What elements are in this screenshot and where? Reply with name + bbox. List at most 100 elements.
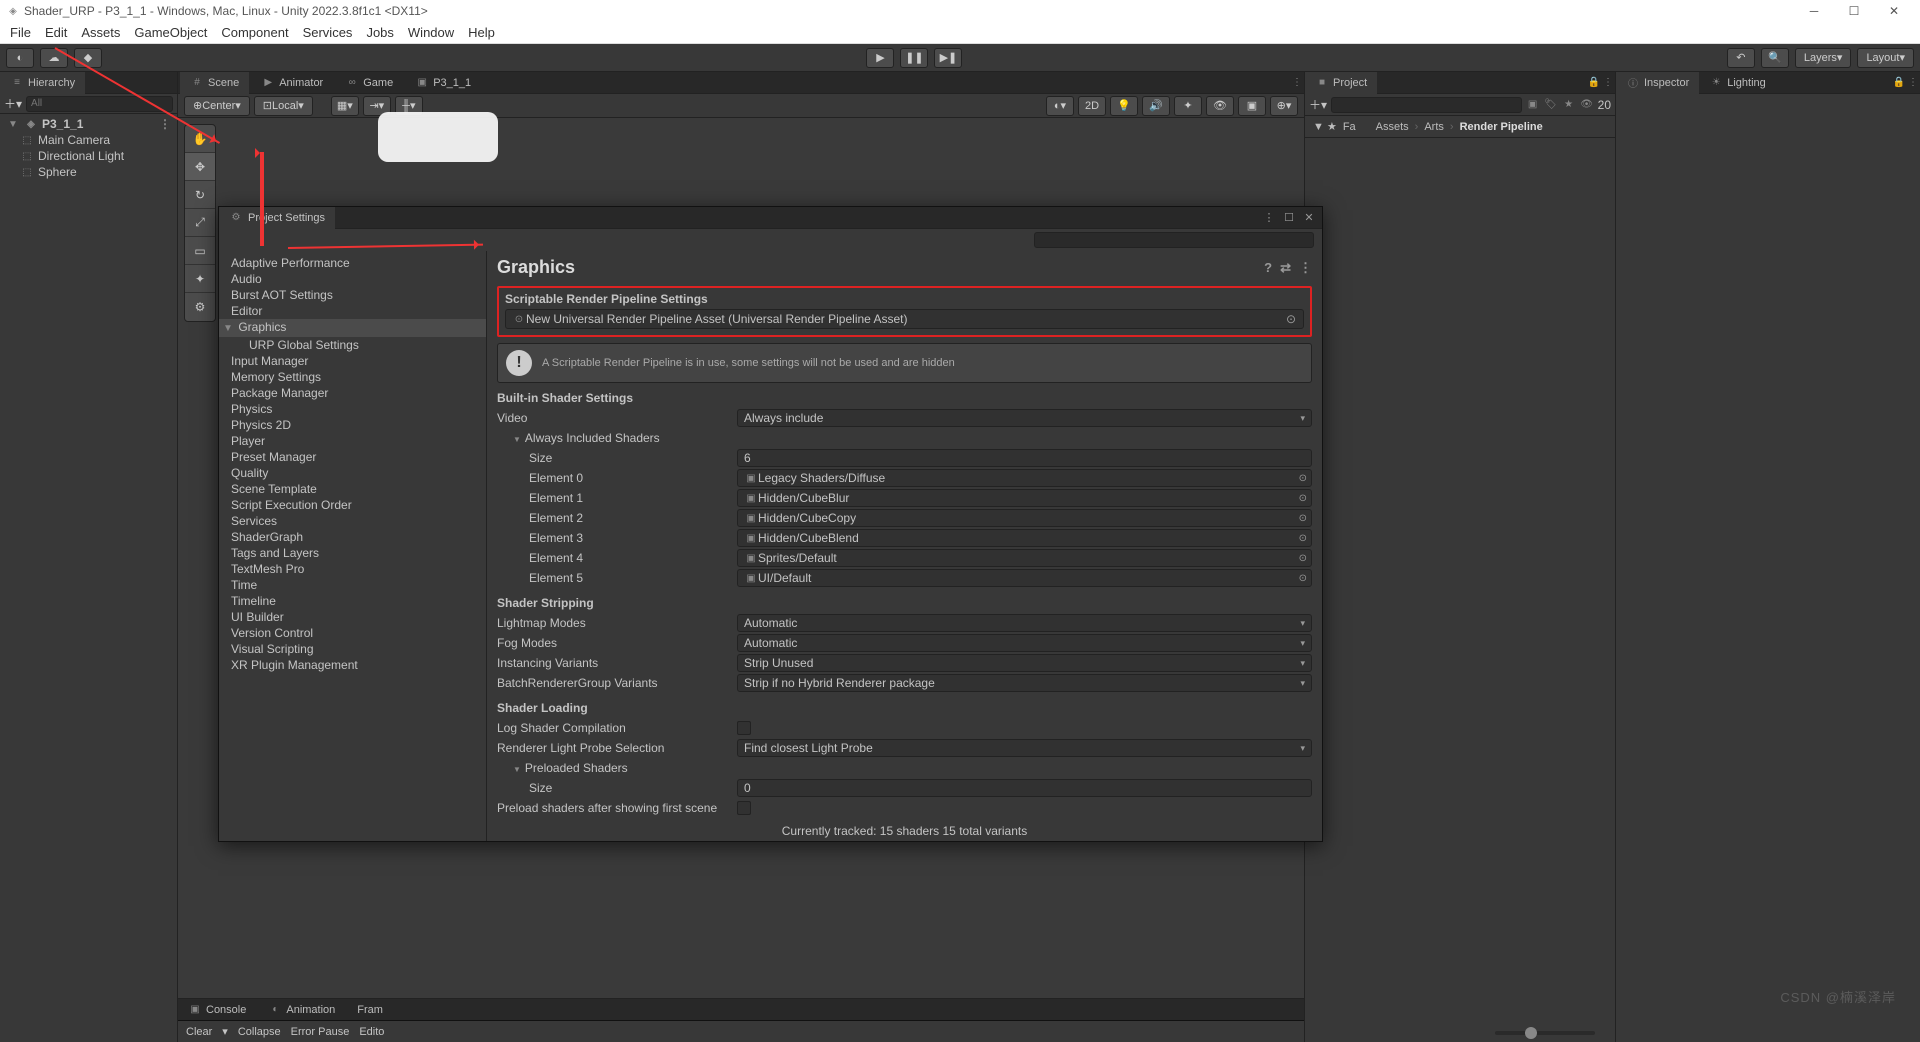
sidebar-item-graphics[interactable]: ▼ Graphics bbox=[219, 319, 486, 337]
menu-window[interactable]: Window bbox=[408, 25, 454, 40]
sidebar-item[interactable]: Preset Manager bbox=[219, 449, 486, 465]
help-icon[interactable]: ? bbox=[1264, 260, 1272, 276]
renderer-light-probe-dropdown[interactable]: Find closest Light Probe bbox=[737, 739, 1312, 757]
account-icon[interactable]: ◐ bbox=[6, 48, 34, 68]
breadcrumb-item[interactable]: Arts bbox=[1424, 121, 1444, 133]
move-tool-icon[interactable]: ✥ bbox=[185, 153, 215, 181]
sidebar-item[interactable]: Services bbox=[219, 513, 486, 529]
object-picker-icon[interactable]: ⊙ bbox=[1299, 533, 1307, 544]
shader-field[interactable]: ▣UI/Default⊙ bbox=[737, 569, 1312, 587]
grid-snap-icon[interactable]: ▦▾ bbox=[331, 96, 359, 116]
settings-content[interactable]: Graphics ? ⇄ ⋮ Scriptable Render Pipelin… bbox=[487, 251, 1322, 841]
object-picker-icon[interactable]: ⊙ bbox=[1299, 573, 1307, 584]
sidebar-item[interactable]: TextMesh Pro bbox=[219, 561, 486, 577]
audio-toggle-icon[interactable]: 🔊 bbox=[1142, 96, 1170, 116]
pivot-dropdown[interactable]: ⊕Center ▾ bbox=[184, 96, 250, 116]
log-shader-compilation-checkbox[interactable] bbox=[737, 721, 751, 735]
shader-field[interactable]: ▣Legacy Shaders/Diffuse⊙ bbox=[737, 469, 1312, 487]
scene-row[interactable]: ▼ ◈ P3_1_1 ⋮ bbox=[0, 116, 177, 132]
cloud-icon[interactable]: ☁ bbox=[40, 48, 68, 68]
lock-icon[interactable]: 🔒 bbox=[1587, 76, 1601, 90]
srp-asset-field[interactable]: ⊙ New Universal Render Pipeline Asset (U… bbox=[505, 309, 1304, 329]
object-picker-icon[interactable]: ⊙ bbox=[1299, 553, 1307, 564]
lighting-tab[interactable]: ☀Lighting bbox=[1699, 72, 1776, 94]
sidebar-item[interactable]: Memory Settings bbox=[219, 369, 486, 385]
preloaded-size-field[interactable]: 0 bbox=[737, 779, 1312, 797]
rect-tool-icon[interactable]: ▭ bbox=[185, 237, 215, 265]
main-menu-bar[interactable]: File Edit Assets GameObject Component Se… bbox=[0, 22, 1920, 44]
project-settings-tab[interactable]: ⚙ Project Settings bbox=[219, 207, 335, 229]
collapse-toggle[interactable]: Collapse bbox=[238, 1026, 281, 1038]
tab-animation[interactable]: ◐Animation bbox=[258, 999, 345, 1021]
tab-frame-debugger[interactable]: Fram bbox=[347, 999, 393, 1021]
layers-dropdown[interactable]: Layers ▾ bbox=[1795, 48, 1852, 68]
tab-menu-icon[interactable]: ⋮ bbox=[1906, 76, 1920, 90]
menu-services[interactable]: Services bbox=[303, 25, 353, 40]
transform-tool-icon[interactable]: ✦ bbox=[185, 265, 215, 293]
editor-toggle[interactable]: Edito bbox=[359, 1026, 384, 1038]
window-menu-icon[interactable]: ⋮ bbox=[1260, 209, 1278, 227]
hierarchy-item[interactable]: ⬚Directional Light bbox=[0, 148, 177, 164]
pause-button[interactable]: ❚❚ bbox=[900, 48, 928, 68]
create-dropdown[interactable]: ＋▾ bbox=[1309, 96, 1327, 113]
size-field[interactable]: 6 bbox=[737, 449, 1312, 467]
scale-tool-icon[interactable]: ⤢ bbox=[185, 209, 215, 237]
sidebar-item[interactable]: Input Manager bbox=[219, 353, 486, 369]
sidebar-item[interactable]: Audio bbox=[219, 271, 486, 287]
hierarchy-item[interactable]: ⬚Main Camera bbox=[0, 132, 177, 148]
sidebar-item[interactable]: Visual Scripting bbox=[219, 641, 486, 657]
tab-game[interactable]: ∞Game bbox=[335, 72, 403, 94]
lighting-toggle-icon[interactable]: 💡 bbox=[1110, 96, 1138, 116]
rotate-tool-icon[interactable]: ↻ bbox=[185, 181, 215, 209]
sidebar-item[interactable]: Physics 2D bbox=[219, 417, 486, 433]
inspector-tab[interactable]: ⓘInspector bbox=[1616, 72, 1699, 94]
breadcrumb-item[interactable]: Assets bbox=[1376, 121, 1409, 133]
sidebar-item[interactable]: Version Control bbox=[219, 625, 486, 641]
sidebar-item[interactable]: Script Execution Order bbox=[219, 497, 486, 513]
tab-menu-icon[interactable]: ⋮ bbox=[1601, 76, 1615, 90]
project-tab[interactable]: ■Project bbox=[1305, 72, 1377, 94]
menu-component[interactable]: Component bbox=[221, 25, 288, 40]
save-search-icon[interactable]: ★ bbox=[1562, 98, 1576, 112]
create-dropdown[interactable]: ＋▾ bbox=[4, 95, 22, 112]
foldout-icon[interactable]: ▼ bbox=[221, 322, 235, 336]
breadcrumb-item[interactable]: Render Pipeline bbox=[1460, 121, 1543, 133]
sidebar-item[interactable]: XR Plugin Management bbox=[219, 657, 486, 673]
sidebar-item[interactable]: UI Builder bbox=[219, 609, 486, 625]
manage-icon[interactable]: ◆ bbox=[74, 48, 102, 68]
minimize-button[interactable]: ─ bbox=[1794, 4, 1834, 18]
always-included-header[interactable]: Always Included Shaders bbox=[497, 431, 737, 445]
custom-tool-icon[interactable]: ⚙ bbox=[185, 293, 215, 321]
menu-assets[interactable]: Assets bbox=[81, 25, 120, 40]
menu-gameobject[interactable]: GameObject bbox=[134, 25, 207, 40]
space-dropdown[interactable]: ⊡Local ▾ bbox=[254, 96, 313, 116]
maximize-button[interactable]: ☐ bbox=[1834, 4, 1874, 18]
preloaded-shaders-header[interactable]: Preloaded Shaders bbox=[497, 761, 737, 775]
preset-icon[interactable]: ⇄ bbox=[1280, 260, 1291, 276]
sidebar-item[interactable]: Adaptive Performance bbox=[219, 255, 486, 271]
fx-toggle-icon[interactable]: ✦ bbox=[1174, 96, 1202, 116]
sidebar-item[interactable]: Scene Template bbox=[219, 481, 486, 497]
sidebar-item[interactable]: Player bbox=[219, 433, 486, 449]
sidebar-item[interactable]: Editor bbox=[219, 303, 486, 319]
video-dropdown[interactable]: Always include bbox=[737, 409, 1312, 427]
tab-animator[interactable]: ▶Animator bbox=[251, 72, 333, 94]
hierarchy-item[interactable]: ⬚Sphere bbox=[0, 164, 177, 180]
thumbnail-size-slider[interactable] bbox=[1495, 1031, 1595, 1035]
instancing-variants-dropdown[interactable]: Strip Unused bbox=[737, 654, 1312, 672]
tab-menu-icon[interactable]: ⋮ bbox=[1290, 76, 1304, 90]
sidebar-item[interactable]: Timeline bbox=[219, 593, 486, 609]
tab-scene[interactable]: #Scene bbox=[180, 72, 249, 94]
hierarchy-tab[interactable]: ≡ Hierarchy bbox=[0, 72, 85, 94]
hidden-count-icon[interactable]: 👁 bbox=[1580, 98, 1594, 112]
sidebar-item[interactable]: ShaderGraph bbox=[219, 529, 486, 545]
lightmap-modes-dropdown[interactable]: Automatic bbox=[737, 614, 1312, 632]
brg-variants-dropdown[interactable]: Strip if no Hybrid Renderer package bbox=[737, 674, 1312, 692]
sidebar-item[interactable]: Package Manager bbox=[219, 385, 486, 401]
sidebar-item[interactable]: Burst AOT Settings bbox=[219, 287, 486, 303]
shader-field[interactable]: ▣Sprites/Default⊙ bbox=[737, 549, 1312, 567]
favorites-label[interactable]: Fa bbox=[1343, 121, 1356, 133]
object-picker-icon[interactable]: ⊙ bbox=[1299, 493, 1307, 504]
fog-modes-dropdown[interactable]: Automatic bbox=[737, 634, 1312, 652]
menu-edit[interactable]: Edit bbox=[45, 25, 67, 40]
